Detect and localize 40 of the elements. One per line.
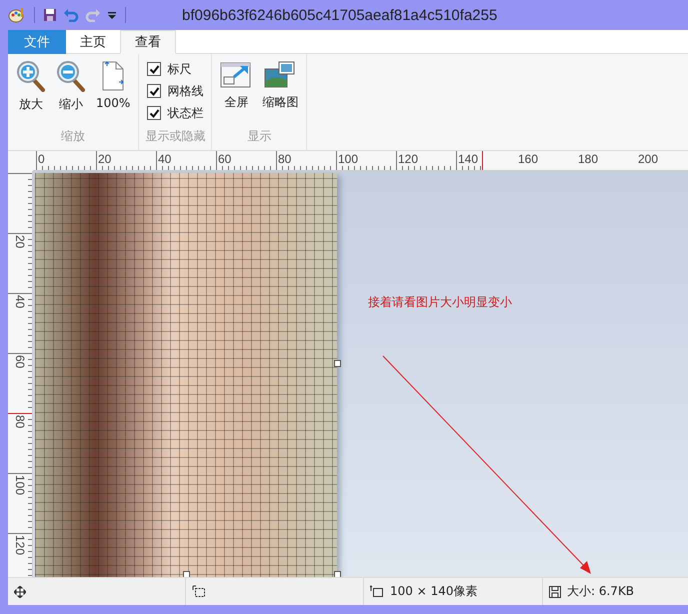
ruler-marker <box>8 413 32 414</box>
group-label: 显示或隐藏 <box>144 128 206 145</box>
resize-handle[interactable] <box>334 571 341 577</box>
ribbon-button[interactable]: 全屏 <box>216 58 256 125</box>
annotation-text: 接着请看图片大小明显变小 <box>368 294 512 311</box>
ribbon-tab[interactable]: 查看 <box>120 30 176 54</box>
ribbon-button[interactable]: 缩略图 <box>258 58 302 125</box>
zoom-out-icon <box>56 60 86 92</box>
save-icon[interactable] <box>43 8 57 22</box>
checkbox[interactable] <box>147 106 162 120</box>
vertical-ruler: 20 40 60 80 100 120 <box>8 171 33 577</box>
ribbon-button[interactable]: 缩小 <box>52 58 90 125</box>
image-dimensions: 100 × 140像素 <box>390 583 478 600</box>
image-size-icon <box>370 584 384 598</box>
resize-handle[interactable] <box>183 571 190 577</box>
move-icon <box>14 586 26 598</box>
file-size: 大小: 6.7KB <box>567 583 634 600</box>
ribbon-button[interactable]: 100% <box>92 58 134 125</box>
caret-icon[interactable] <box>107 10 117 20</box>
group-label: 显示 <box>246 128 272 145</box>
ribbon-button[interactable]: 放大 <box>12 58 50 125</box>
paint-palette-icon[interactable] <box>8 7 26 23</box>
zoom-in-icon <box>16 60 46 92</box>
thumbnail-icon <box>264 60 296 90</box>
checkbox[interactable] <box>147 84 162 98</box>
ribbon-checkbox[interactable]: 网格线 <box>147 80 204 102</box>
ribbon-checkbox[interactable]: 标尺 <box>147 58 204 80</box>
save-icon <box>549 586 561 598</box>
page-icon <box>100 60 126 92</box>
ruler-marker <box>482 151 483 170</box>
resize-handle[interactable] <box>334 360 341 367</box>
checkbox[interactable] <box>147 62 162 76</box>
group-label: 缩放 <box>60 128 86 145</box>
horizontal-ruler: 0 20 40 60 80 100 120 140 160 180 200 <box>33 151 688 171</box>
ribbon-checkbox[interactable]: 状态栏 <box>147 102 204 124</box>
ribbon-tab[interactable]: 主页 <box>66 30 120 54</box>
fullscreen-icon <box>220 60 252 90</box>
ribbon-tab[interactable]: 文件 <box>8 30 66 54</box>
window-title: bf096b63f6246b605c41705aeaf81a4c510fa255 <box>182 6 498 24</box>
selection-icon <box>192 584 206 598</box>
